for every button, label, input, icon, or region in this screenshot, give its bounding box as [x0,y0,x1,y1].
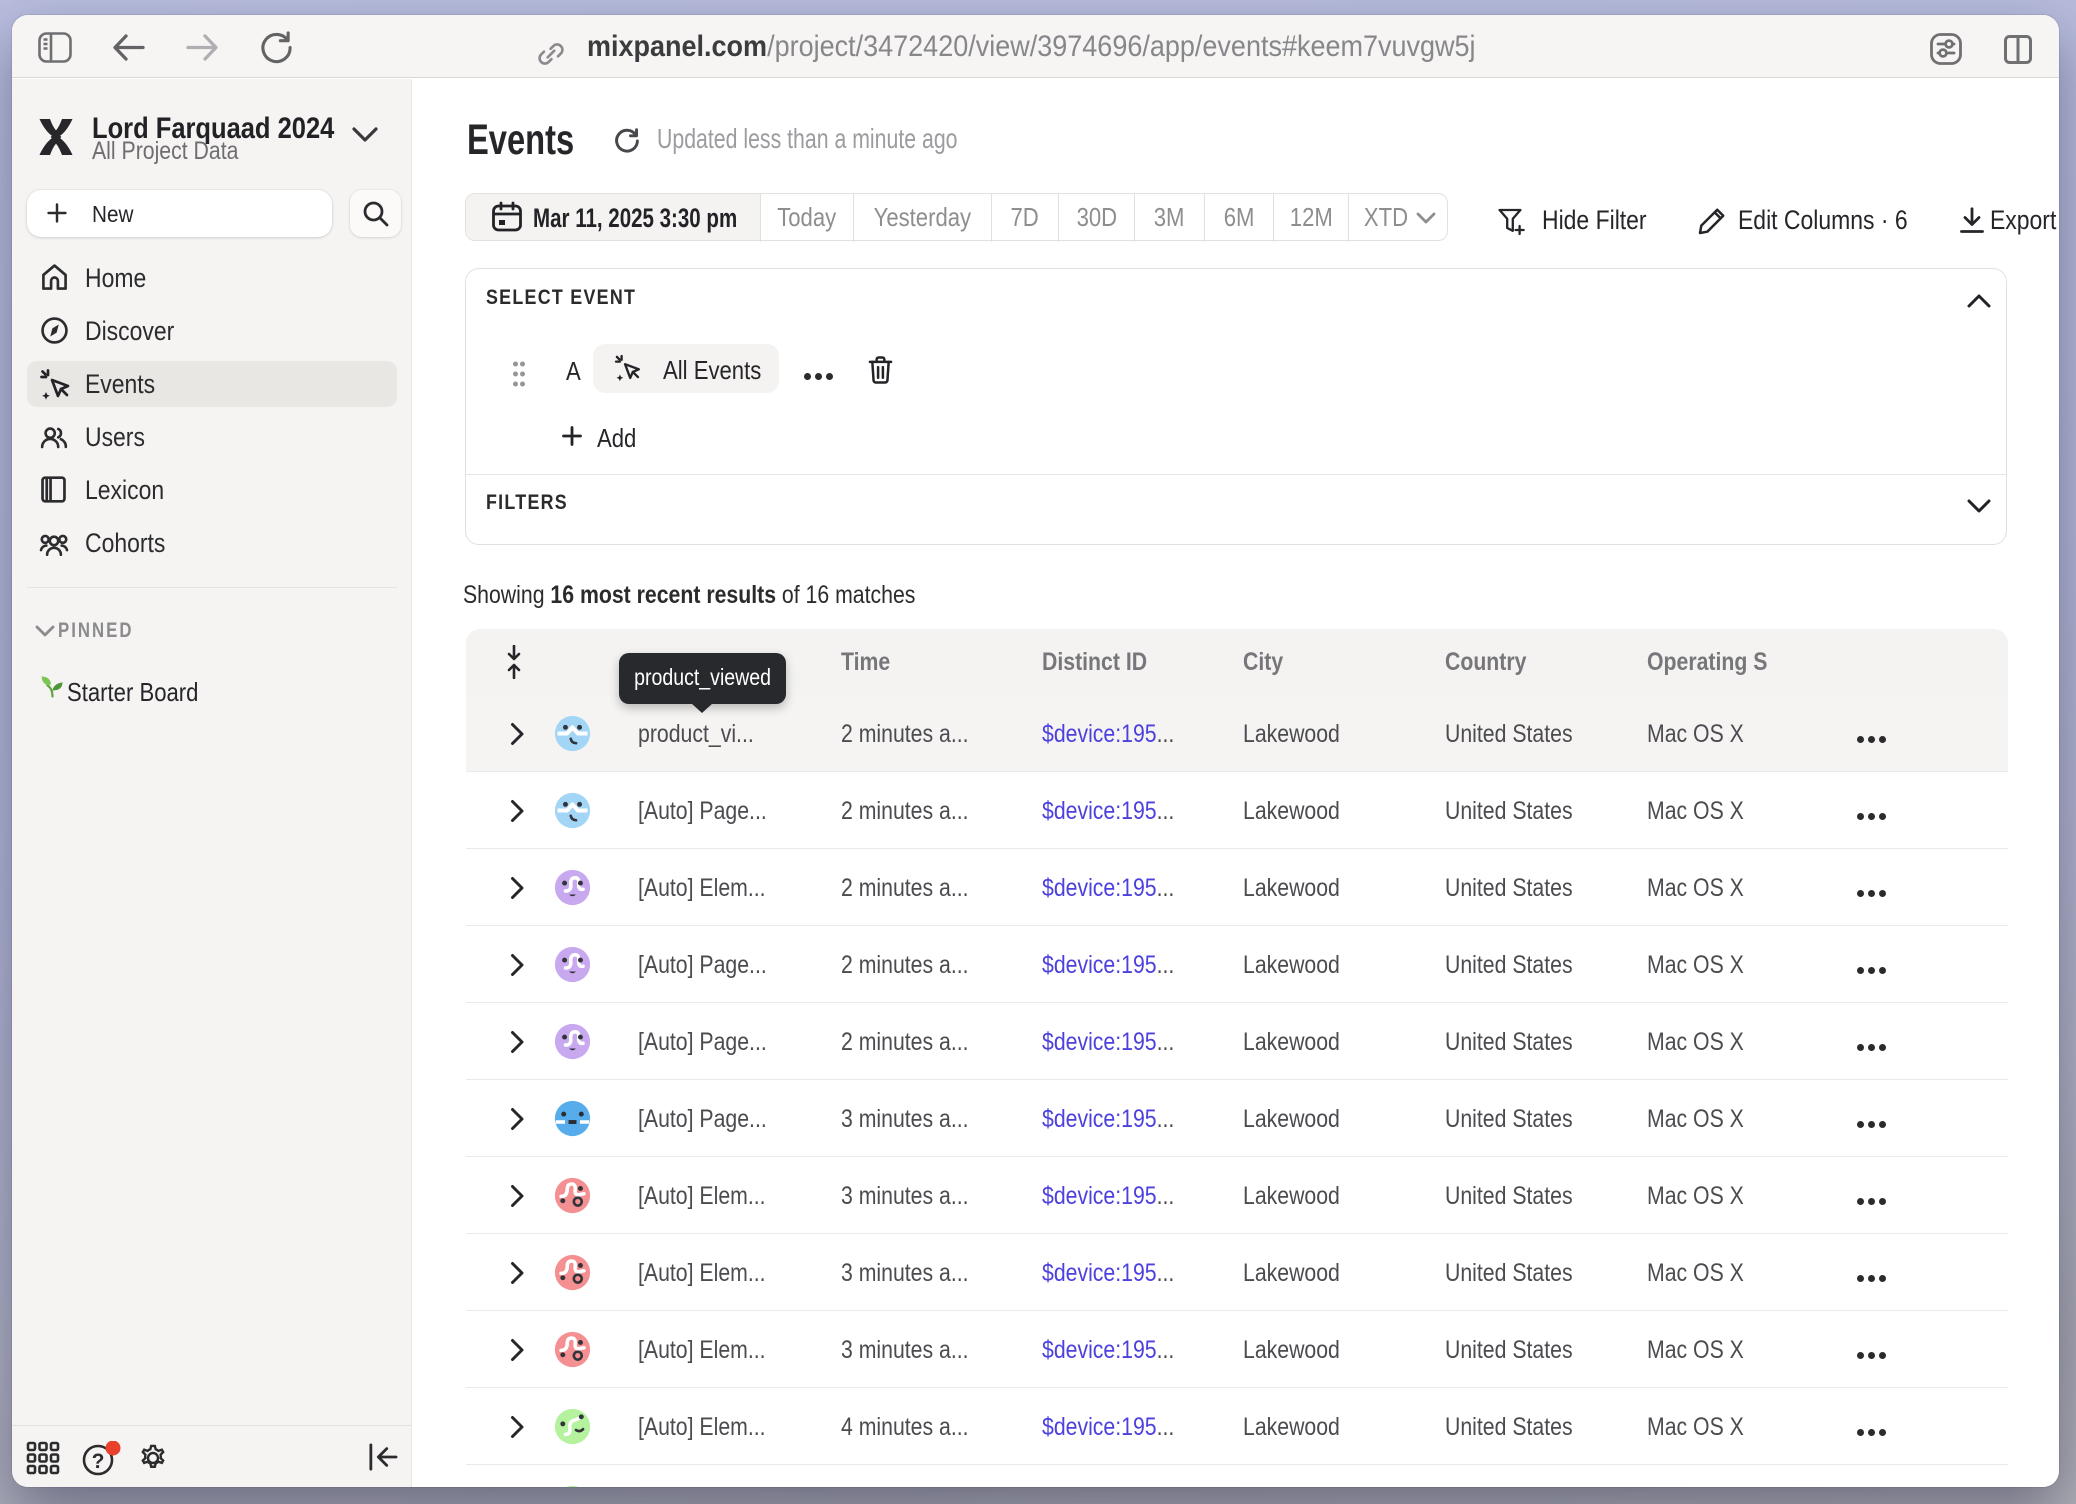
svg-text:?: ? [92,1450,105,1473]
